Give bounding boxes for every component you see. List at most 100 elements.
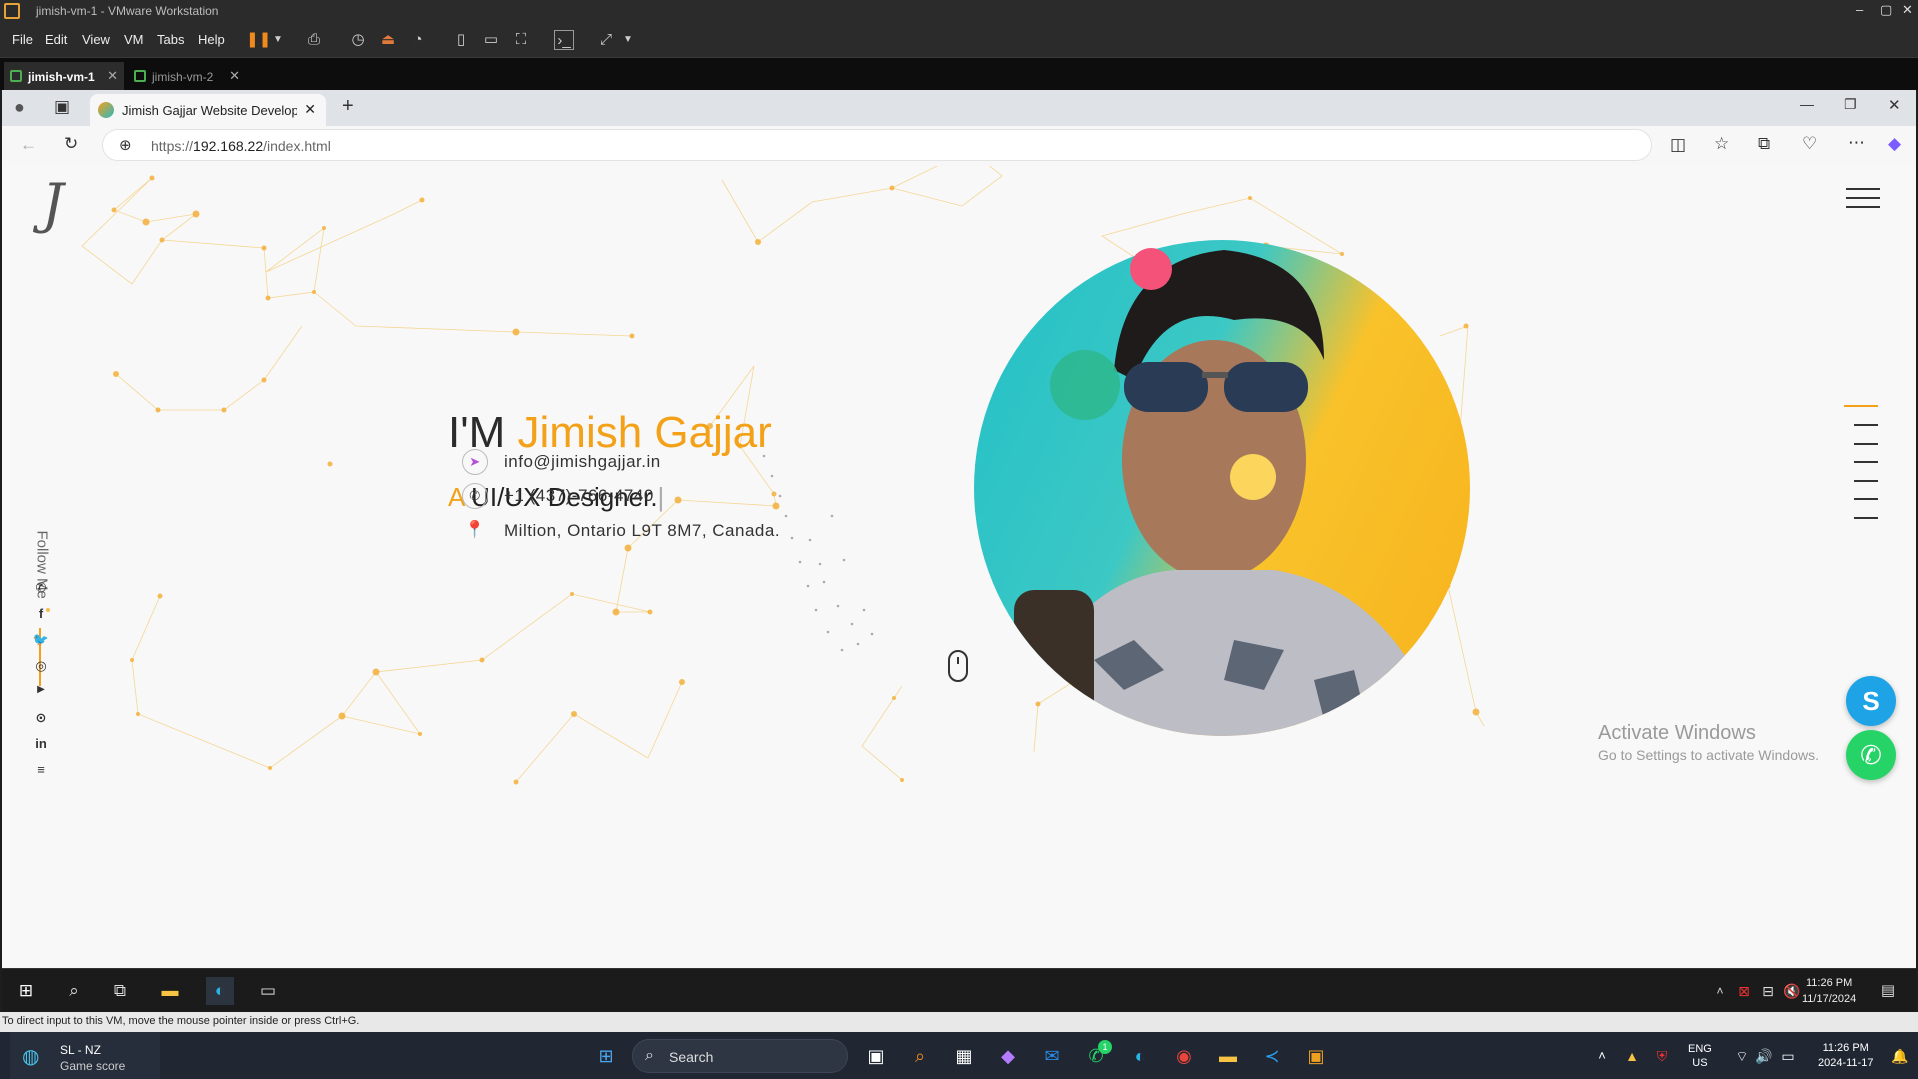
globe-icon[interactable]: ⊕ (119, 136, 132, 154)
menu-file[interactable]: File (12, 32, 33, 47)
facebook-icon[interactable]: f (32, 606, 50, 624)
minimize-icon[interactable]: — (1800, 96, 1814, 112)
chevron-down-icon[interactable]: ▼ (618, 30, 638, 50)
close-tab-icon[interactable]: ✕ (304, 101, 316, 118)
vm-tab-jimish-vm-2[interactable]: jimish-vm-2 ✕ (128, 62, 246, 90)
menu-edit[interactable]: Edit (45, 32, 67, 47)
menu-hamburger-icon[interactable] (1846, 188, 1880, 215)
skype-button[interactable]: S (1846, 676, 1896, 726)
vscode-icon[interactable]: ≺ (1258, 1042, 1286, 1070)
vmware-app-icon (4, 3, 20, 19)
address-bar[interactable]: ⊕ https://192.168.22/index.html (102, 129, 1652, 161)
store-icon[interactable]: ▦ (950, 1042, 978, 1070)
section-nav-blog[interactable] (1854, 517, 1878, 519)
minimize-icon[interactable]: – (1856, 2, 1863, 17)
profile-icon[interactable]: ● (14, 97, 25, 118)
tab-actions-icon[interactable]: ▣ (54, 97, 70, 117)
defender-icon[interactable]: ⛨ (1648, 1042, 1676, 1070)
network-background (46, 166, 1485, 785)
search-app-icon[interactable]: ⌕ (906, 1042, 934, 1070)
browser-tab-active[interactable]: Jimish Gajjar Website Developer & ✕ (90, 94, 326, 126)
collections-icon[interactable]: ⧉ (1758, 134, 1770, 154)
weather-widget[interactable]: ◍ SL - NZ Game score (10, 1032, 160, 1079)
skype-icon: S (1862, 686, 1880, 716)
close-icon[interactable]: ✕ (1888, 96, 1901, 114)
reading-view-icon[interactable]: ◫ (1670, 135, 1686, 155)
menu-help[interactable]: Help (198, 32, 225, 47)
twitter-icon[interactable]: 🐦 (32, 632, 50, 650)
task-view-icon[interactable]: ▣ (862, 1042, 890, 1070)
section-nav-portfolio[interactable] (1854, 480, 1878, 482)
close-icon[interactable]: ✕ (107, 68, 118, 84)
section-nav-home[interactable] (1844, 405, 1878, 407)
fullscreen-icon[interactable]: ⛶ (511, 30, 531, 50)
back-icon[interactable]: ← (20, 135, 37, 155)
favorites-icon[interactable]: ☆ (1714, 134, 1729, 154)
linkedin-icon[interactable]: in (32, 736, 50, 754)
file-explorer-icon[interactable]: ▬ (1214, 1042, 1242, 1070)
windows-start-icon[interactable]: ⊞ (12, 977, 40, 1005)
vm-tab-jimish-vm-1[interactable]: jimish-vm-1 ✕ (4, 62, 124, 90)
terminal-icon[interactable]: ▭ (254, 977, 282, 1005)
vmware-statusbar: To direct input to this VM, move the mou… (0, 1012, 1918, 1032)
pause-icon[interactable]: ❚❚ (246, 30, 271, 50)
snapshot-manager-icon[interactable]: ◔ (408, 30, 428, 50)
section-nav-about[interactable] (1854, 424, 1878, 426)
outlook-icon[interactable]: ✉ (1038, 1042, 1066, 1070)
refresh-icon[interactable]: ↻ (64, 134, 78, 154)
site-logo[interactable]: J (42, 172, 64, 235)
whatsapp-button[interactable]: ✆ (1846, 730, 1896, 780)
menu-tabs[interactable]: Tabs (157, 32, 184, 47)
battery-icon[interactable]: ▭ (1774, 1042, 1802, 1070)
restore-icon[interactable]: ❐ (1844, 96, 1857, 113)
taskbar-search[interactable]: ⌕ Search (632, 1039, 848, 1073)
language-indicator[interactable]: ENG US (1688, 1042, 1712, 1070)
whatsapp-icon[interactable]: ✆ (32, 580, 50, 598)
maximize-icon[interactable]: ▢ (1880, 2, 1892, 18)
stretch-icon[interactable]: ⤢ (596, 30, 616, 50)
copilot-icon[interactable]: ◆ (994, 1042, 1022, 1070)
copilot-icon[interactable]: ◆ (1888, 134, 1901, 154)
chrome-icon[interactable]: ◉ (1170, 1042, 1198, 1070)
console-icon[interactable]: ›_ (554, 30, 574, 50)
notifications-bell-icon[interactable]: 🔔 (1886, 1042, 1914, 1070)
guest-clock[interactable]: 11:26 PM 11/17/2024 (1802, 975, 1856, 1007)
file-explorer-icon[interactable]: ▬ (156, 977, 184, 1005)
vmware-icon[interactable]: ▣ (1302, 1042, 1330, 1070)
vm-running-icon (10, 70, 22, 82)
chevron-up-icon[interactable]: ˄ (1588, 1042, 1616, 1070)
instagram-icon[interactable]: ◎ (32, 658, 50, 676)
revert-snapshot-icon[interactable]: ⏏ (378, 30, 398, 50)
chevron-down-icon[interactable]: ▼ (268, 30, 288, 50)
section-nav-skills[interactable] (1854, 443, 1878, 445)
browser-essentials-icon[interactable]: ♡ (1802, 134, 1817, 154)
close-icon[interactable]: ✕ (1902, 2, 1913, 18)
search-icon[interactable]: ⌕ (60, 977, 88, 1005)
close-icon[interactable]: ✕ (229, 68, 240, 84)
notification-icon[interactable]: ▤ (1874, 977, 1902, 1005)
edge-browser-icon[interactable]: ◐ (206, 977, 234, 1005)
library-icon[interactable]: ▯ (451, 30, 471, 50)
profile-photo-illustration (1014, 250, 1444, 736)
stackoverflow-icon[interactable]: ≡ (32, 762, 50, 780)
new-tab-icon[interactable]: + (342, 95, 354, 118)
menu-vm[interactable]: VM (124, 32, 144, 47)
section-nav-experience[interactable] (1854, 461, 1878, 463)
youtube-icon[interactable]: ▶ (32, 684, 50, 702)
section-nav-contact[interactable] (1854, 498, 1878, 500)
host-clock[interactable]: 11:26 PM 2024-11-17 (1818, 1041, 1873, 1071)
drive-icon[interactable]: ▲ (1618, 1042, 1646, 1070)
snapshot-icon[interactable]: ◷ (348, 30, 368, 50)
windows-start-icon[interactable]: ⊞ (592, 1042, 620, 1070)
github-icon[interactable]: ⊙ (32, 710, 50, 728)
more-options-icon[interactable]: ⋯ (1848, 133, 1865, 153)
vm-tab-label: jimish-vm-2 (152, 70, 214, 84)
menu-view[interactable]: View (82, 32, 110, 47)
vmware-window-title: jimish-vm-1 - VMware Workstation (36, 4, 219, 18)
task-view-icon[interactable]: ⧉ (106, 977, 134, 1005)
send-keys-icon[interactable]: ⎙ (304, 30, 324, 50)
thumbnail-icon[interactable]: ▭ (481, 30, 501, 50)
edge-browser-icon[interactable]: ◐ (1126, 1042, 1154, 1070)
location-pin-icon: 📍 (464, 520, 486, 539)
scroll-down-mouse-icon[interactable] (948, 650, 968, 682)
